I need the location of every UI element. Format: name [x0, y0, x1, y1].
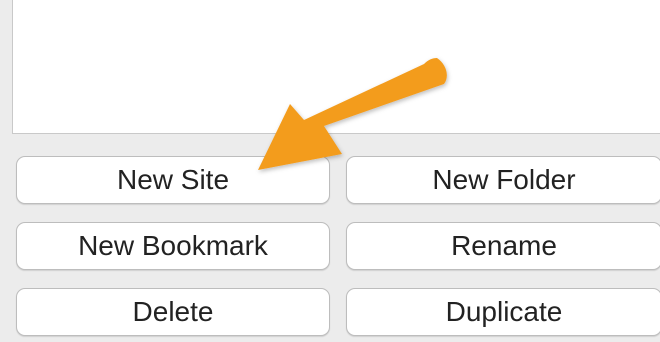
delete-button[interactable]: Delete	[16, 288, 330, 336]
site-manager-panel: New Site New Folder New Bookmark Rename …	[0, 0, 660, 342]
duplicate-button[interactable]: Duplicate	[346, 288, 660, 336]
new-site-button[interactable]: New Site	[16, 156, 330, 204]
new-bookmark-button[interactable]: New Bookmark	[16, 222, 330, 270]
new-folder-button[interactable]: New Folder	[346, 156, 660, 204]
site-list[interactable]	[12, 0, 660, 134]
rename-button[interactable]: Rename	[346, 222, 660, 270]
